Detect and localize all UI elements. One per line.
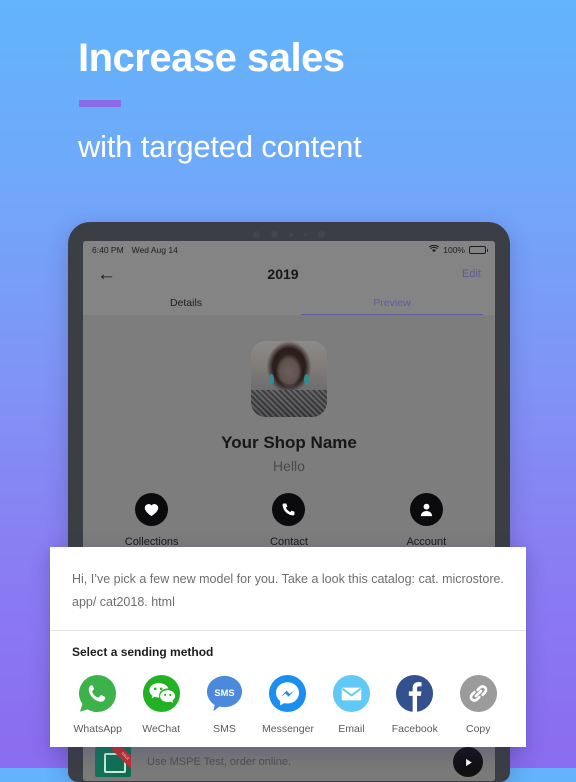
- status-date: Wed Aug 14: [131, 244, 178, 255]
- sale-ribbon: SALE: [111, 747, 131, 771]
- accent-divider: [79, 100, 121, 107]
- action-contact[interactable]: Contact: [220, 493, 357, 548]
- device-sensors: [253, 231, 325, 238]
- share-option-messenger[interactable]: Messenger: [256, 672, 319, 735]
- navigation-bar: ← 2019 Edit: [83, 258, 495, 290]
- wifi-icon: [429, 244, 440, 255]
- avatar-garment: [251, 389, 327, 417]
- tab-details[interactable]: Details: [83, 290, 289, 315]
- promo-strip-text: Use MSPE Test, order online.: [147, 756, 292, 768]
- phone-icon: [272, 493, 306, 526]
- action-collections[interactable]: Collections: [83, 493, 220, 548]
- camera-icon: [289, 232, 293, 237]
- earring-icon: [303, 374, 309, 386]
- sensor-dot-icon: [253, 231, 260, 238]
- share-option-label: Facebook: [391, 723, 438, 736]
- sensor-dot-icon: [271, 231, 278, 238]
- status-bar: 6:40 PM Wed Aug 14 100%: [83, 241, 495, 258]
- sensor-dot-icon: [304, 233, 307, 236]
- avatar: [251, 341, 327, 417]
- battery-percent: 100%: [443, 244, 465, 255]
- share-option-label: WeChat: [142, 723, 180, 736]
- page-title: Increase sales: [78, 36, 345, 80]
- share-option-label: Messenger: [262, 723, 314, 736]
- screen-title: 2019: [267, 266, 299, 282]
- heart-icon: [135, 493, 169, 526]
- status-time: 6:40 PM: [92, 244, 124, 255]
- whatsapp-icon: [76, 672, 119, 715]
- tab-bar: Details Preview: [83, 290, 495, 315]
- svg-text:SMS: SMS: [214, 688, 234, 698]
- battery-icon: [469, 245, 488, 254]
- share-options-row: WhatsApp WeChat SMS SMS Messenger Email …: [50, 659, 526, 735]
- person-icon: [409, 493, 443, 526]
- product-thumbnail: SALE: [95, 747, 131, 777]
- shop-greeting: Hello: [273, 458, 305, 474]
- sms-icon: SMS: [203, 672, 246, 715]
- email-icon: [330, 672, 373, 715]
- page-subtitle: with targeted content: [78, 129, 362, 164]
- action-account[interactable]: Account: [358, 493, 495, 548]
- share-option-label: Email: [338, 723, 365, 736]
- share-option-wechat[interactable]: WeChat: [129, 672, 192, 735]
- share-option-label: SMS: [213, 723, 236, 736]
- back-button[interactable]: ←: [97, 265, 127, 284]
- facebook-icon: [393, 672, 436, 715]
- play-icon[interactable]: [453, 747, 483, 777]
- share-sheet: Hi, I’ve pick a few new model for you. T…: [50, 547, 526, 747]
- share-sheet-subtitle: Select a sending method: [72, 645, 214, 660]
- share-option-label: WhatsApp: [73, 723, 122, 736]
- share-option-label: Copy: [465, 723, 491, 736]
- messenger-icon: [266, 672, 309, 715]
- share-message-text: Hi, I’ve pick a few new model for you. T…: [50, 547, 526, 632]
- edit-button[interactable]: Edit: [439, 268, 481, 280]
- tab-preview[interactable]: Preview: [289, 290, 495, 315]
- sensor-dot-icon: [318, 231, 325, 238]
- wechat-icon: [140, 672, 183, 715]
- link-icon: [457, 672, 500, 715]
- shop-name: Your Shop Name: [221, 433, 357, 452]
- share-option-sms[interactable]: SMS SMS: [193, 672, 256, 735]
- action-row: Collections Contact Account: [83, 493, 495, 548]
- bottom-promo-strip: SALE Use MSPE Test, order online.: [83, 743, 495, 781]
- share-option-facebook[interactable]: Facebook: [383, 672, 446, 735]
- share-option-email[interactable]: Email: [320, 672, 383, 735]
- share-option-whatsapp[interactable]: WhatsApp: [66, 672, 129, 735]
- share-option-copy[interactable]: Copy: [447, 672, 510, 735]
